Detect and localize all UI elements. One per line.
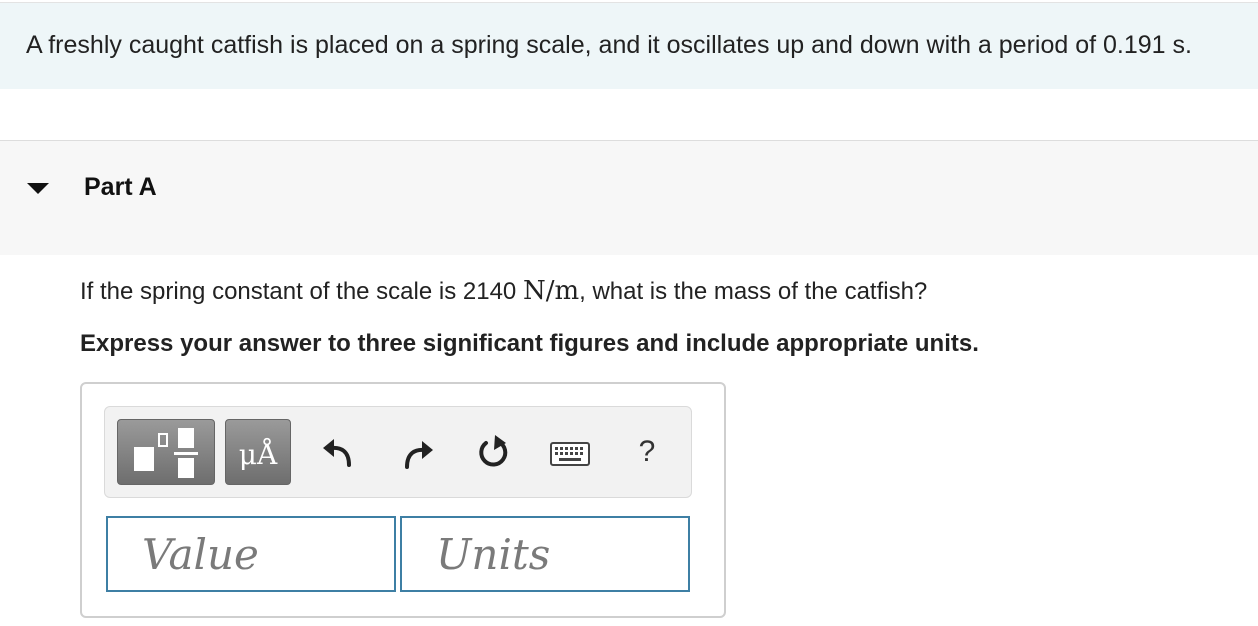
problem-text: A freshly caught catfish is placed on a … — [26, 31, 1192, 59]
units-button[interactable]: μÅ — [225, 419, 291, 485]
units-placeholder: Units — [436, 530, 551, 579]
undo-button[interactable] — [319, 431, 359, 475]
question-suffix: , what is the mass of the catfish? — [579, 278, 928, 305]
answer-instruction: Express your answer to three significant… — [80, 330, 979, 357]
keyboard-button[interactable] — [545, 431, 595, 475]
question-text: If the spring constant of the scale is 2… — [80, 276, 927, 306]
question-prefix: If the spring constant of the scale is 2… — [80, 278, 523, 305]
reset-button[interactable] — [473, 431, 513, 475]
templates-button[interactable] — [117, 419, 215, 485]
redo-button[interactable] — [397, 431, 437, 475]
question-unit: N/m — [522, 276, 580, 306]
reset-icon — [479, 435, 508, 467]
units-button-label: μÅ — [238, 438, 278, 471]
redo-icon — [405, 441, 433, 469]
undo-icon — [323, 439, 351, 467]
value-placeholder: Value — [142, 530, 259, 579]
collapse-arrow-icon[interactable] — [27, 183, 49, 194]
units-input[interactable]: Units — [400, 516, 690, 592]
problem-statement-banner: A freshly caught catfish is placed on a … — [0, 2, 1258, 89]
answer-panel: μÅ ? Value Units — [80, 382, 726, 618]
value-input[interactable]: Value — [106, 516, 396, 592]
help-button[interactable]: ? — [627, 431, 667, 475]
help-icon: ? — [638, 435, 656, 468]
keyboard-icon — [550, 442, 590, 466]
part-title: Part A — [84, 173, 157, 201]
math-toolbar: μÅ ? — [104, 406, 692, 498]
part-a-header[interactable]: Part A — [0, 140, 1258, 255]
